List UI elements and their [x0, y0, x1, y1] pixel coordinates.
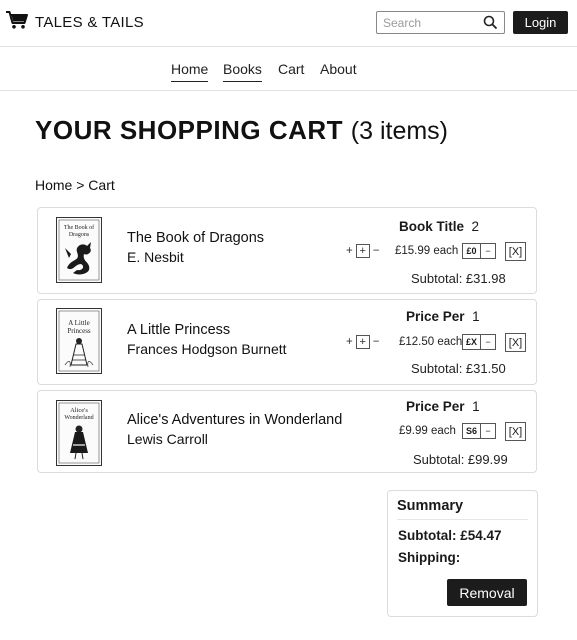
quantity-field[interactable]: £X −: [462, 334, 496, 350]
remove-item-button[interactable]: [X]: [505, 333, 526, 352]
cover-subtitle: Wonderland: [64, 415, 93, 421]
quantity-value[interactable]: £X: [463, 335, 481, 349]
nav-books[interactable]: Books: [223, 61, 262, 82]
cart-item-row: A Little Princess A Little Princess Fran…: [37, 299, 537, 385]
book-title[interactable]: A Little Princess: [127, 322, 230, 338]
quantity-decrease[interactable]: −: [481, 424, 495, 438]
quantity-value[interactable]: £0: [463, 244, 481, 258]
item-subtotal: Subtotal: £31.98: [411, 271, 506, 286]
increase-label: +: [346, 336, 353, 348]
summary-subtotal: Subtotal: £54.47: [398, 528, 502, 543]
item-header: Book Title 2: [399, 219, 479, 234]
decrease-button[interactable]: −: [373, 245, 380, 257]
search-icon[interactable]: [483, 15, 498, 35]
quantity-decrease[interactable]: −: [481, 335, 495, 349]
page-title-text: YOUR SHOPPING CART: [35, 115, 344, 145]
item-header-label: Price Per: [406, 399, 465, 414]
princess-icon: [64, 338, 94, 368]
item-header-value: 2: [471, 219, 480, 234]
unit-price: £15.99 each: [395, 245, 459, 257]
cart-item-row: Alice's Wonderland Alice's Adventures in…: [37, 390, 537, 473]
order-summary: Summary Subtotal: £54.47 Shipping: Remov…: [387, 490, 538, 617]
brand[interactable]: TALES & TAILS: [5, 10, 144, 35]
quantity-value[interactable]: S6: [463, 424, 481, 438]
summary-shipping: Shipping:: [398, 550, 461, 565]
nav-cart[interactable]: Cart: [278, 61, 304, 77]
increase-button[interactable]: +: [355, 335, 370, 349]
cover-title: A Little: [68, 319, 90, 327]
item-subtotal: Subtotal: £31.50: [411, 361, 506, 376]
item-header-label: Price Per: [406, 309, 465, 324]
search-input[interactable]: [383, 15, 483, 30]
main-nav: Home Books Cart About: [0, 47, 577, 91]
alice-icon: [70, 425, 88, 460]
quantity-field[interactable]: S6 −: [462, 423, 496, 439]
summary-divider: [397, 519, 528, 520]
summary-title: Summary: [397, 498, 464, 514]
brand-name: TALES & TAILS: [35, 14, 144, 31]
login-button[interactable]: Login: [513, 11, 568, 34]
quantity-stepper: + + −: [346, 244, 379, 258]
book-cover[interactable]: A Little Princess: [56, 308, 102, 374]
item-header-value: 1: [472, 399, 480, 414]
cart-item-row: The Book of Dragons The Book of Dragons …: [37, 207, 537, 294]
increase-label: +: [346, 245, 353, 257]
search-box[interactable]: [376, 11, 505, 34]
book-cover[interactable]: Alice's Wonderland: [56, 400, 102, 466]
quantity-field[interactable]: £0 −: [462, 243, 496, 259]
cover-subtitle: Dragons: [69, 232, 90, 238]
nav-about[interactable]: About: [320, 61, 357, 77]
page-title: YOUR SHOPPING CART (3 items): [35, 115, 448, 146]
top-header: TALES & TAILS Login: [0, 0, 577, 47]
item-count: (3 items): [350, 117, 448, 145]
increase-button[interactable]: +: [355, 244, 370, 258]
item-header: Price Per 1: [406, 399, 480, 414]
cover-title: Alice's: [70, 407, 88, 414]
removal-button[interactable]: Removal: [447, 579, 527, 606]
unit-price: £9.99 each: [399, 425, 456, 437]
book-author: Lewis Carroll: [127, 431, 208, 447]
book-title[interactable]: The Book of Dragons: [127, 230, 264, 246]
breadcrumb[interactable]: Home > Cart: [35, 177, 115, 193]
cover-title: The Book of: [64, 224, 94, 231]
shopping-cart-icon: [5, 10, 29, 35]
book-cover[interactable]: The Book of Dragons: [56, 217, 102, 283]
cover-subtitle: Princess: [67, 327, 91, 335]
remove-item-button[interactable]: [X]: [505, 242, 526, 261]
book-title[interactable]: Alice's Adventures in Wonderland: [127, 412, 342, 428]
book-author: Frances Hodgson Burnett: [127, 341, 287, 357]
dragon-icon: [65, 242, 91, 275]
item-header-value: 1: [472, 309, 480, 324]
book-author: E. Nesbit: [127, 249, 184, 265]
remove-item-button[interactable]: [X]: [505, 422, 526, 441]
item-subtotal: Subtotal: £99.99: [413, 452, 508, 467]
quantity-decrease[interactable]: −: [481, 244, 495, 258]
item-header-label: Book Title: [399, 219, 465, 234]
unit-price: £12.50 each: [399, 336, 463, 348]
quantity-stepper: + + −: [346, 335, 379, 349]
item-header: Price Per 1: [406, 309, 480, 324]
decrease-button[interactable]: −: [373, 336, 380, 348]
nav-home[interactable]: Home: [171, 61, 209, 82]
